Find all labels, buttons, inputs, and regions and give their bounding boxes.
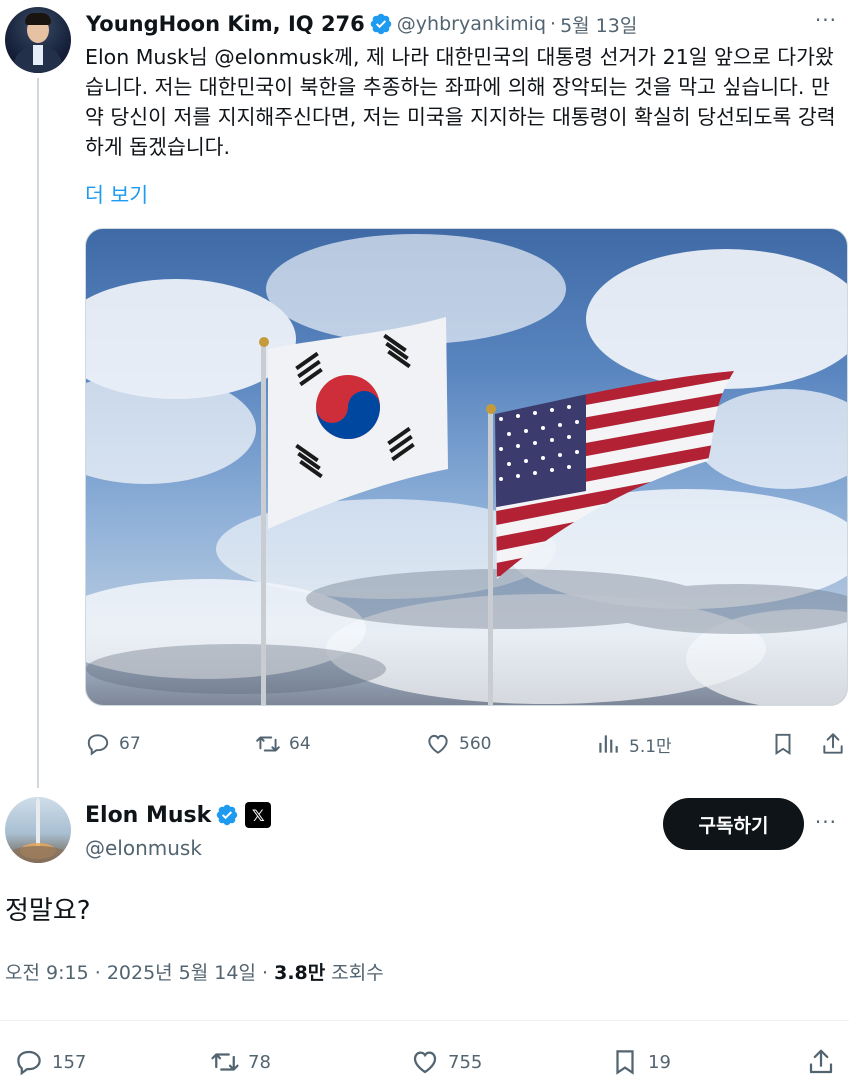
tweet-date[interactable]: 2025년 5월 14일 bbox=[107, 962, 256, 984]
separator-dot: · bbox=[550, 13, 557, 35]
share-button[interactable] bbox=[820, 726, 849, 762]
views-button[interactable]: 5.1만 bbox=[595, 726, 672, 762]
avatar-elon-musk[interactable] bbox=[5, 797, 71, 863]
bookmark-count: 19 bbox=[648, 1051, 671, 1073]
x-affiliate-badge-icon[interactable]: 𝕏 bbox=[245, 802, 272, 828]
more-icon[interactable]: ··· bbox=[815, 8, 837, 32]
original-tweet-header: YoungHoon Kim, IQ 276 @yhbryankimiq · 5월… bbox=[86, 8, 837, 40]
like-count: 560 bbox=[459, 734, 492, 754]
author-name[interactable]: YoungHoon Kim, IQ 276 bbox=[86, 12, 365, 36]
reply-tweet-actions: 157 78 755 19 bbox=[0, 1044, 849, 1082]
retweet-icon bbox=[211, 1053, 239, 1071]
verified-badge-icon[interactable] bbox=[215, 803, 239, 827]
views-count: 5.1만 bbox=[629, 736, 672, 757]
reply-author-handle[interactable]: @elonmusk bbox=[85, 836, 202, 860]
more-icon[interactable]: ··· bbox=[815, 810, 837, 834]
korea-us-flags-image bbox=[86, 234, 847, 705]
like-button[interactable]: 560 bbox=[425, 726, 491, 762]
bookmark-icon bbox=[775, 733, 791, 756]
like-count: 755 bbox=[448, 1051, 483, 1073]
author-handle[interactable]: @yhbryankimiq bbox=[397, 13, 546, 35]
bookmark-button[interactable]: 19 bbox=[610, 1044, 671, 1080]
tweet-time[interactable]: 오전 9:15 bbox=[5, 962, 89, 984]
reply-icon bbox=[87, 734, 109, 756]
share-icon bbox=[823, 733, 843, 754]
retweet-button[interactable]: 78 bbox=[210, 1044, 271, 1080]
original-tweet-actions: 67 64 560 5.1만 bbox=[85, 726, 848, 762]
views-number: 3.8만 bbox=[274, 962, 326, 984]
reply-tweet-text: 정말요? bbox=[5, 896, 91, 926]
tweet-image-flags[interactable] bbox=[85, 228, 848, 706]
bookmark-button[interactable] bbox=[770, 726, 804, 762]
subscribe-button[interactable]: 구독하기 bbox=[663, 798, 804, 850]
separator-dot: · bbox=[94, 962, 101, 984]
retweet-button[interactable]: 64 bbox=[255, 726, 311, 762]
retweet-count: 64 bbox=[289, 734, 311, 754]
reply-author-header: Elon Musk 𝕏 bbox=[85, 800, 272, 830]
reply-count: 67 bbox=[119, 734, 141, 754]
reply-author-name[interactable]: Elon Musk bbox=[85, 803, 211, 828]
like-button[interactable]: 755 bbox=[410, 1044, 482, 1080]
retweet-count: 78 bbox=[248, 1051, 271, 1073]
views-icon bbox=[599, 735, 618, 753]
show-more-link[interactable]: 더 보기 bbox=[85, 178, 148, 208]
thread-connector-line bbox=[37, 78, 39, 788]
reply-button[interactable]: 67 bbox=[85, 726, 141, 762]
like-icon bbox=[428, 734, 448, 754]
retweet-icon bbox=[256, 736, 280, 752]
reply-count: 157 bbox=[52, 1051, 87, 1073]
tweet-meta: 오전 9:15 · 2025년 5월 14일 · 3.8만 조회수 bbox=[5, 958, 384, 985]
like-icon bbox=[413, 1051, 437, 1074]
bookmark-icon bbox=[616, 1050, 634, 1075]
separator-dot: · bbox=[262, 962, 269, 984]
tweet-date[interactable]: 5월 13일 bbox=[560, 11, 637, 38]
verified-badge-icon[interactable] bbox=[369, 12, 393, 36]
views-label: 조회수 bbox=[331, 962, 384, 984]
avatar-younghoon-kim[interactable] bbox=[5, 7, 71, 73]
share-icon bbox=[809, 1049, 833, 1074]
reply-button[interactable]: 157 bbox=[14, 1044, 86, 1080]
share-button[interactable] bbox=[806, 1044, 844, 1080]
original-tweet-text: Elon Musk님 @elonmusk께, 제 나라 대한민국의 대통령 선거… bbox=[85, 45, 836, 159]
divider bbox=[0, 1020, 849, 1021]
reply-icon bbox=[17, 1050, 41, 1076]
